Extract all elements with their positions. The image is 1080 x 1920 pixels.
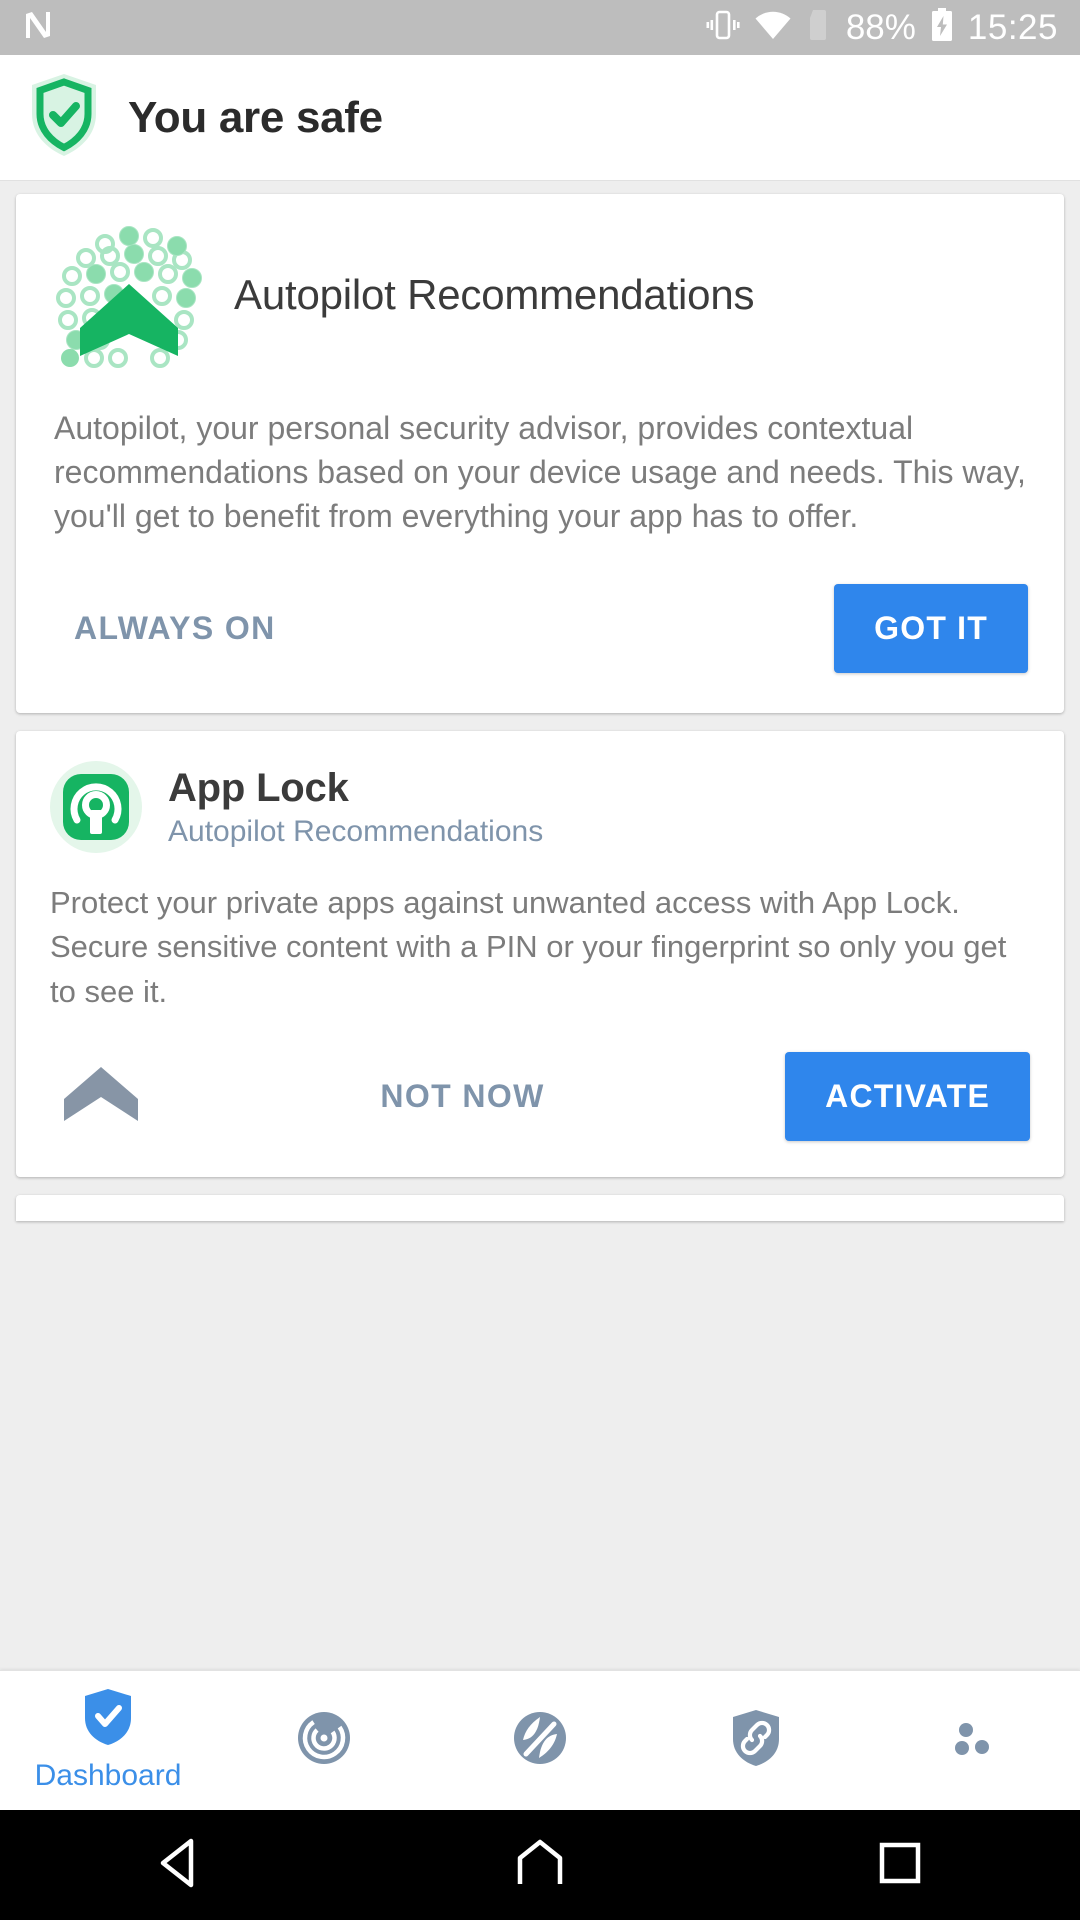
wifi-icon xyxy=(754,10,792,45)
app-lock-card-texts: App Lock Autopilot Recommendations xyxy=(168,766,543,849)
autopilot-chevron-icon xyxy=(50,1065,140,1128)
back-triangle-icon xyxy=(157,1838,203,1893)
autopilot-card-body: Autopilot, your personal security adviso… xyxy=(54,410,1026,535)
app-lock-body-line-2: Secure sensitive content with a PIN or y… xyxy=(50,929,1007,1009)
tab-scan[interactable] xyxy=(216,1671,432,1810)
status-bar-left xyxy=(22,8,54,47)
phone-screen: 88% 15:25 You are safe Autopilot Recomme… xyxy=(0,0,1080,1920)
tab-vpn[interactable] xyxy=(432,1671,648,1810)
page-title: You are safe xyxy=(128,92,383,142)
n-logo-icon xyxy=(22,8,54,47)
app-bar: You are safe xyxy=(0,55,1080,180)
app-lock-card-header: App Lock Autopilot Recommendations xyxy=(16,731,1064,854)
autopilot-card-header: Autopilot Recommendations xyxy=(16,194,1064,384)
tab-account-privacy[interactable] xyxy=(648,1671,864,1810)
status-bar-right: 88% 15:25 xyxy=(706,8,1058,47)
vibrate-icon xyxy=(706,8,740,47)
activate-button[interactable]: ACTIVATE xyxy=(785,1051,1030,1141)
app-lock-card-body: Protect your private apps against unwant… xyxy=(16,853,1064,1013)
app-lock-body-line-1: Protect your private apps against unwant… xyxy=(50,885,960,921)
bottom-tab-bar: Dashboard xyxy=(0,1670,1080,1810)
status-bar: 88% 15:25 xyxy=(0,0,1080,55)
android-nav-bar xyxy=(0,1810,1080,1920)
app-lock-card-subtitle: Autopilot Recommendations xyxy=(168,814,544,848)
app-lock-icon xyxy=(50,761,142,854)
recents-square-icon xyxy=(877,1840,923,1891)
vpn-privacy-icon xyxy=(512,1710,568,1771)
clock: 15:25 xyxy=(967,8,1058,47)
home-button[interactable] xyxy=(465,1810,615,1920)
got-it-button[interactable]: GOT IT xyxy=(834,584,1028,674)
more-dots-icon xyxy=(944,1718,1000,1763)
home-icon xyxy=(514,1838,566,1893)
scan-target-icon xyxy=(296,1710,352,1771)
always-on-button[interactable]: ALWAYS ON xyxy=(52,596,298,661)
battery-percent: 88% xyxy=(845,8,916,47)
tab-more[interactable] xyxy=(864,1671,1080,1810)
shield-check-icon xyxy=(83,1688,133,1751)
scroll-content[interactable]: Autopilot Recommendations Autopilot, you… xyxy=(0,180,1080,1670)
battery-charging-icon xyxy=(930,8,954,47)
tab-dashboard-label: Dashboard xyxy=(34,1759,182,1792)
next-card-peek[interactable] xyxy=(16,1194,1064,1221)
back-button[interactable] xyxy=(105,1810,255,1920)
shield-link-icon xyxy=(731,1709,781,1772)
shield-check-icon xyxy=(28,72,100,163)
app-lock-card: App Lock Autopilot Recommendations Prote… xyxy=(16,731,1064,1177)
app-lock-card-title: App Lock xyxy=(168,765,349,810)
tab-dashboard[interactable]: Dashboard xyxy=(0,1671,216,1810)
not-now-button[interactable]: NOT NOW xyxy=(358,1064,566,1129)
recents-button[interactable] xyxy=(825,1810,975,1920)
autopilot-card: Autopilot Recommendations Autopilot, you… xyxy=(16,194,1064,714)
autopilot-card-actions: ALWAYS ON GOT IT xyxy=(16,538,1064,713)
app-lock-card-actions: NOT NOW ACTIVATE xyxy=(16,1014,1064,1177)
autopilot-dots-logo xyxy=(50,216,208,374)
no-sim-icon xyxy=(806,8,832,47)
autopilot-card-title: Autopilot Recommendations xyxy=(234,271,755,318)
